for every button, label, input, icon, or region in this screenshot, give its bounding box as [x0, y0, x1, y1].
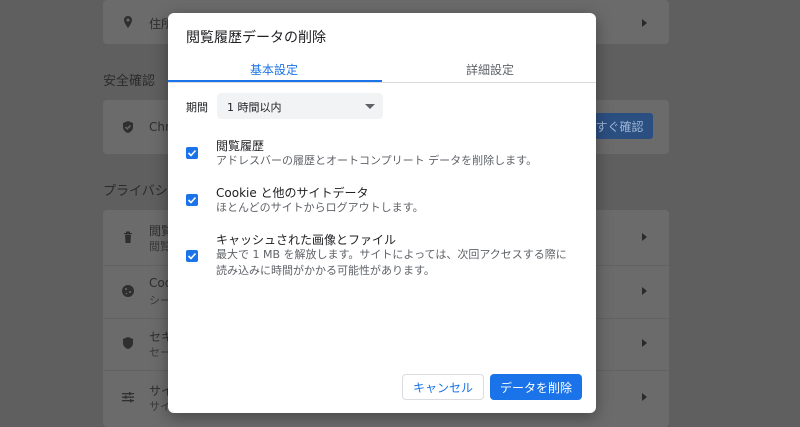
cache-checkbox[interactable] [186, 250, 198, 262]
cookies-option-description: ほとんどのサイトからログアウトします。 [216, 201, 424, 214]
cache-option-description: 最大で 1 MB を解放します。サイトによっては、次回アクセスする際に読み込みに… [216, 248, 567, 277]
tab-divider [168, 82, 596, 83]
cancel-button[interactable]: キャンセル [402, 374, 484, 400]
time-range-value: 1 時間以内 [227, 101, 282, 114]
checkmark-icon [187, 252, 197, 260]
shield-check-icon [123, 121, 133, 133]
shield-icon [123, 337, 133, 349]
checkmark-icon [187, 196, 197, 204]
check-now-button[interactable]: すぐ確認 [586, 113, 653, 139]
clear-data-button[interactable]: データを削除 [490, 374, 582, 400]
cookies-option-title: Cookie と他のサイトデータ [216, 186, 369, 200]
time-range-select[interactable]: 1 時間以内 [217, 93, 383, 119]
chevron-right-icon [642, 339, 647, 347]
chevron-right-icon [642, 233, 647, 241]
clear-browsing-data-dialog: 閲覧履歴データの削除 基本設定 詳細設定 期間 1 時間以内 閲覧履歴 アドレス… [168, 13, 596, 413]
dropdown-caret-icon [365, 104, 375, 109]
active-tab-indicator [168, 80, 382, 82]
chevron-right-icon [642, 393, 647, 401]
checkmark-icon [187, 149, 197, 157]
tab-basic[interactable]: 基本設定 [250, 61, 298, 78]
chevron-right-icon [642, 19, 647, 27]
cookie-icon [122, 285, 134, 297]
history-checkbox[interactable] [186, 147, 198, 159]
trash-icon [124, 231, 132, 243]
sliders-icon [122, 392, 134, 403]
cache-option-title: キャッシュされた画像とファイル [216, 233, 397, 247]
tab-advanced[interactable]: 詳細設定 [466, 61, 514, 78]
chevron-right-icon [642, 287, 647, 295]
history-option-description: アドレスバーの履歴とオートコンプリート データを削除します。 [216, 154, 538, 167]
safety-check-title: 安全確認 [103, 74, 156, 89]
location-pin-icon [124, 16, 132, 28]
time-range-label: 期間 [186, 101, 208, 114]
dialog-title: 閲覧履歴データの削除 [186, 30, 326, 46]
cookies-checkbox[interactable] [186, 194, 198, 206]
history-option-title: 閲覧履歴 [216, 139, 265, 153]
